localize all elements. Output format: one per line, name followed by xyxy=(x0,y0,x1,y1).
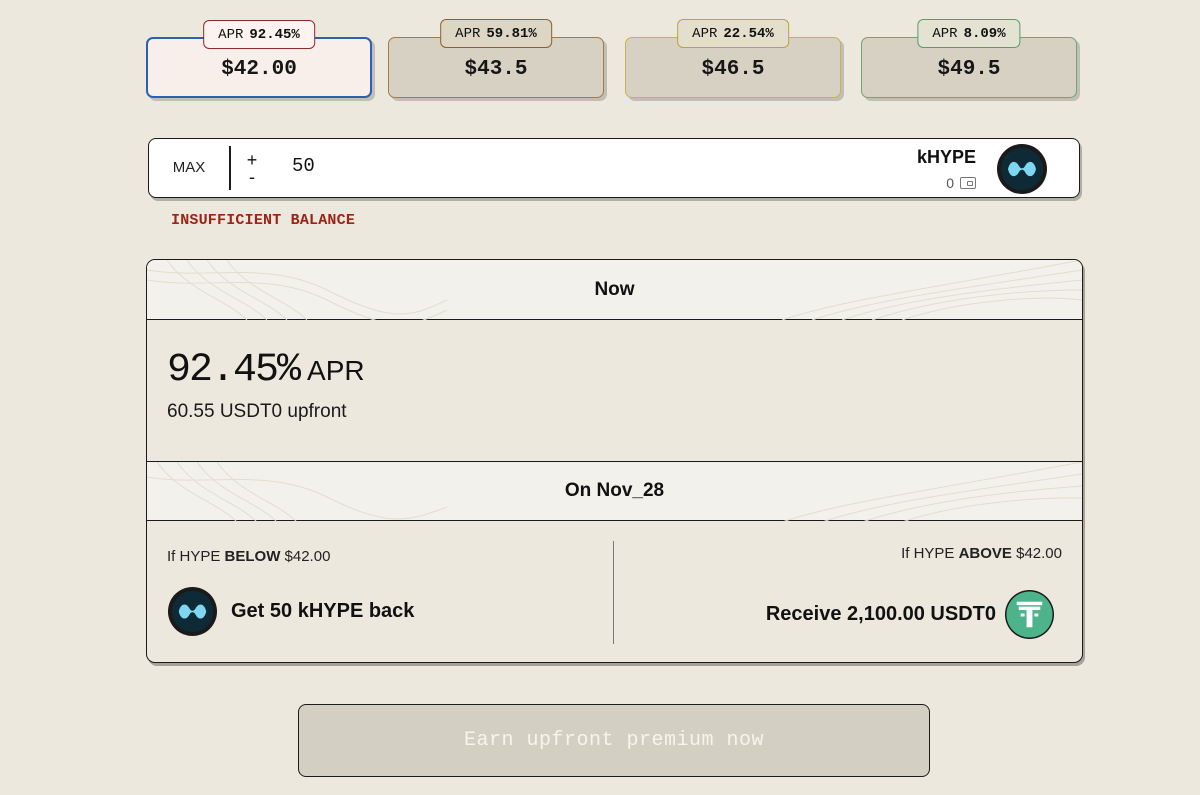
apr-tag-value: 92.45% xyxy=(249,26,300,43)
upfront-premium: 60.55 USDT0 upfront xyxy=(167,401,347,422)
strike-card-43-5[interactable]: APR 59.81% $43.5 xyxy=(388,19,604,98)
above-price: $42.00 xyxy=(1016,545,1062,562)
apr-tag-value: 22.54% xyxy=(723,25,774,42)
decrement-button[interactable]: - xyxy=(245,168,259,186)
khype-logo-icon xyxy=(167,586,218,637)
below-prefix: If HYPE xyxy=(167,548,221,565)
apr-percent: 92.45% xyxy=(167,348,301,393)
insufficient-balance-error: INSUFFICIENT BALANCE xyxy=(171,212,356,229)
above-condition: If HYPE ABOVE $42.00 xyxy=(901,545,1062,562)
now-header: Now xyxy=(147,260,1082,320)
max-button[interactable]: MAX xyxy=(149,139,229,196)
divider xyxy=(229,146,231,190)
pattern-right xyxy=(782,462,1082,522)
strike-price: $42.00 xyxy=(221,58,297,81)
strike-price: $43.5 xyxy=(464,58,528,81)
above-keyword: ABOVE xyxy=(958,545,1012,562)
amount-field[interactable] xyxy=(292,155,592,177)
strike-card-42[interactable]: APR 92.45% $42.00 xyxy=(146,20,372,98)
balance-value: 0 xyxy=(946,175,954,191)
apr-tag-value: 8.09% xyxy=(963,25,1006,42)
khype-logo-icon xyxy=(997,144,1047,194)
summary-panel: Now 92.45% APR 60.55 USDT0 upfront On No… xyxy=(146,259,1083,663)
quantity-stepper: + - xyxy=(245,151,259,186)
outcome-divider xyxy=(613,541,615,644)
apr-unit: APR xyxy=(307,355,365,386)
below-keyword: BELOW xyxy=(224,548,281,565)
apr-tag-label: APR xyxy=(932,25,958,42)
above-outcome: Receive 2,100.00 USDT0 xyxy=(766,589,1055,640)
pattern-right xyxy=(782,260,1082,320)
apr-tag-value: 59.81% xyxy=(486,25,537,42)
earn-premium-button[interactable]: Earn upfront premium now xyxy=(298,704,930,777)
strike-card-46-5[interactable]: APR 22.54% $46.5 xyxy=(625,19,841,98)
now-header-label: Now xyxy=(594,278,635,300)
wallet-icon xyxy=(960,177,976,189)
expiry-header: On Nov_28 xyxy=(147,461,1082,522)
apr-tag-label: APR xyxy=(218,26,244,43)
pattern-left xyxy=(147,462,447,522)
apr-tag: APR 59.81% xyxy=(440,19,552,48)
strike-price: $49.5 xyxy=(937,58,1001,81)
token-name: kHYPE xyxy=(916,147,976,167)
expiry-header-label: On Nov_28 xyxy=(564,480,665,501)
below-price: $42.00 xyxy=(284,548,331,565)
amount-input-box: MAX + - kHYPE 0 xyxy=(148,138,1080,198)
apr-tag: APR 22.54% xyxy=(677,19,789,48)
strike-card-49-5[interactable]: APR 8.09% $49.5 xyxy=(861,19,1077,98)
below-result: Get 50 kHYPE back xyxy=(231,600,415,622)
apr-tag-label: APR xyxy=(692,25,718,42)
apr-tag: APR 92.45% xyxy=(203,20,315,49)
usdt0-logo-icon xyxy=(1004,589,1055,640)
above-result: Receive 2,100.00 USDT0 xyxy=(765,603,996,625)
apr-summary: 92.45% APR xyxy=(167,348,365,393)
strike-price: $46.5 xyxy=(701,58,765,81)
below-outcome: Get 50 kHYPE back xyxy=(167,586,414,637)
pattern-left xyxy=(147,260,447,320)
apr-tag-label: APR xyxy=(455,25,481,42)
token-balance: 0 xyxy=(946,175,976,191)
above-prefix: If HYPE xyxy=(901,545,955,562)
apr-tag: APR 8.09% xyxy=(917,19,1021,48)
below-condition: If HYPE BELOW $42.00 xyxy=(167,548,330,565)
